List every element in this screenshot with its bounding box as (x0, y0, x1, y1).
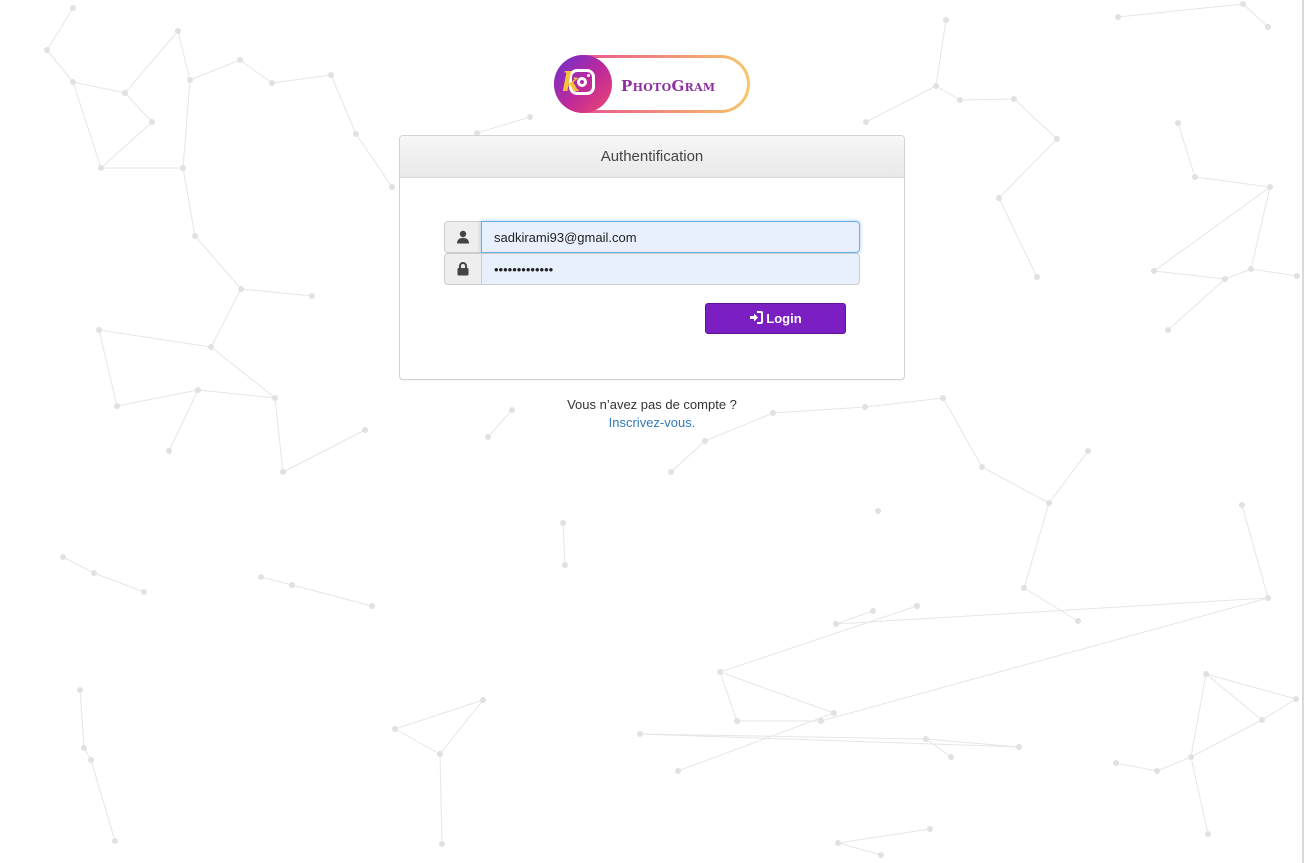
lock-icon (444, 253, 481, 285)
signup-question: Vous n’avez pas de compte ? (567, 397, 737, 412)
auth-panel: Authentification sadkirami93@gmail.com •… (399, 135, 905, 380)
login-button-label: Login (766, 311, 802, 326)
login-page: PhotoGram k Authentification sadkirami93… (0, 0, 1304, 863)
logo-camera-badge: k (554, 55, 612, 113)
signup-link[interactable]: Inscrivez-vous. (609, 415, 696, 430)
user-icon (444, 221, 481, 253)
login-icon (749, 310, 764, 327)
photogram-logo: PhotoGram k (554, 55, 750, 113)
login-button[interactable]: Login (705, 303, 846, 334)
logo-script-mark: k (562, 68, 581, 98)
logo-text: PhotoGram (621, 77, 716, 95)
password-field[interactable] (481, 253, 860, 285)
network-background (44, 1, 1300, 858)
password-input-group (444, 253, 860, 285)
email-field[interactable] (481, 221, 860, 253)
email-input-group (444, 221, 860, 253)
panel-title: Authentification (400, 136, 904, 178)
